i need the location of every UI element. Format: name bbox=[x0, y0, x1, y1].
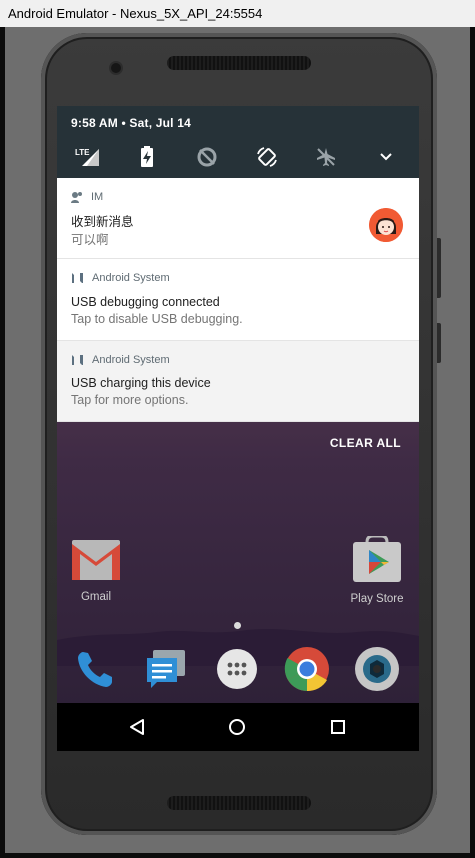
play-store-label: Play Store bbox=[350, 593, 404, 605]
window-title: Android Emulator - Nexus_5X_API_24:5554 bbox=[0, 0, 475, 27]
home-app-play-store[interactable]: Play Store bbox=[347, 534, 407, 605]
navigation-bar bbox=[57, 703, 419, 751]
notification-header: Android System bbox=[71, 354, 170, 366]
notification-text: 可以啊 bbox=[71, 233, 109, 247]
im-app-icon bbox=[71, 192, 82, 203]
volume-button[interactable] bbox=[437, 238, 441, 298]
play-store-icon bbox=[353, 534, 401, 582]
notification-title: 收到新消息 bbox=[71, 215, 134, 229]
top-speaker bbox=[167, 56, 311, 70]
emulator-window: Android Emulator - Nexus_5X_API_24:5554 … bbox=[0, 0, 475, 858]
back-icon bbox=[130, 719, 144, 735]
lte-label: LTE bbox=[75, 148, 90, 157]
notification-header: Android System bbox=[71, 272, 170, 284]
quick-settings-tiles: LTE bbox=[57, 142, 419, 172]
nav-recents-button[interactable] bbox=[326, 715, 350, 739]
notification-usb-debugging[interactable]: Android System USB debugging connected T… bbox=[57, 259, 419, 341]
clear-all-button[interactable]: CLEAR ALL bbox=[330, 436, 401, 450]
notification-app-name: IM bbox=[91, 191, 104, 203]
recents-icon bbox=[331, 720, 345, 734]
notification-text: Tap to disable USB debugging. bbox=[71, 312, 243, 326]
home-app-gmail[interactable]: Gmail bbox=[66, 538, 126, 603]
qs-tile-data-saver[interactable] bbox=[192, 142, 222, 172]
gmail-label: Gmail bbox=[80, 591, 112, 603]
notification-app-name: Android System bbox=[92, 354, 170, 366]
airplane-mode-icon bbox=[317, 148, 335, 166]
dock-camera[interactable] bbox=[354, 646, 400, 692]
camera-icon bbox=[355, 647, 399, 691]
front-camera bbox=[111, 63, 121, 73]
notification-title: USB charging this device bbox=[71, 376, 211, 390]
qs-tile-airplane[interactable] bbox=[311, 142, 341, 172]
qs-tile-cellular[interactable]: LTE bbox=[72, 142, 102, 172]
qs-expand-button[interactable] bbox=[371, 142, 401, 172]
android-system-icon bbox=[72, 273, 83, 283]
dock-chrome[interactable] bbox=[284, 646, 330, 692]
phone-icon bbox=[78, 652, 112, 687]
dock-messages[interactable] bbox=[143, 646, 189, 692]
messages-icon bbox=[147, 650, 185, 688]
notification-usb-charging[interactable]: Android System USB charging this device … bbox=[57, 341, 419, 422]
data-saver-off-icon bbox=[197, 147, 217, 167]
chrome-icon bbox=[284, 647, 329, 692]
bottom-speaker bbox=[167, 796, 311, 810]
dock-phone[interactable] bbox=[73, 646, 119, 692]
notification-title: USB debugging connected bbox=[71, 295, 220, 309]
expand-chevron-icon bbox=[380, 153, 392, 161]
nav-back-button[interactable] bbox=[125, 715, 149, 739]
power-button[interactable] bbox=[437, 323, 441, 363]
app-drawer-icon bbox=[217, 649, 257, 689]
notification-app-name: Android System bbox=[92, 272, 170, 284]
dock-app-drawer[interactable] bbox=[214, 646, 260, 692]
status-time-date: 9:58 AM • Sat, Jul 14 bbox=[71, 116, 191, 130]
quick-settings-header: 9:58 AM • Sat, Jul 14 LTE bbox=[57, 106, 419, 178]
auto-rotate-icon bbox=[257, 147, 277, 167]
device-screen: Gmail Play Store 9:58 AM • Sat, Jul 14 L… bbox=[57, 106, 419, 751]
android-system-icon bbox=[72, 355, 83, 365]
lte-signal-icon: LTE bbox=[75, 148, 99, 166]
home-icon bbox=[229, 719, 245, 735]
qs-tile-battery[interactable] bbox=[132, 142, 162, 172]
nav-home-button[interactable] bbox=[225, 715, 249, 739]
contact-avatar bbox=[369, 208, 403, 242]
girl-avatar-icon bbox=[369, 208, 403, 242]
notification-text: Tap for more options. bbox=[71, 393, 189, 407]
notification-header: IM bbox=[71, 191, 103, 203]
gmail-icon bbox=[72, 540, 120, 580]
notification-im[interactable]: IM 收到新消息 可以啊 bbox=[57, 178, 419, 259]
page-indicator bbox=[234, 622, 241, 629]
battery-charging-icon bbox=[141, 146, 153, 167]
qs-tile-auto-rotate[interactable] bbox=[252, 142, 282, 172]
